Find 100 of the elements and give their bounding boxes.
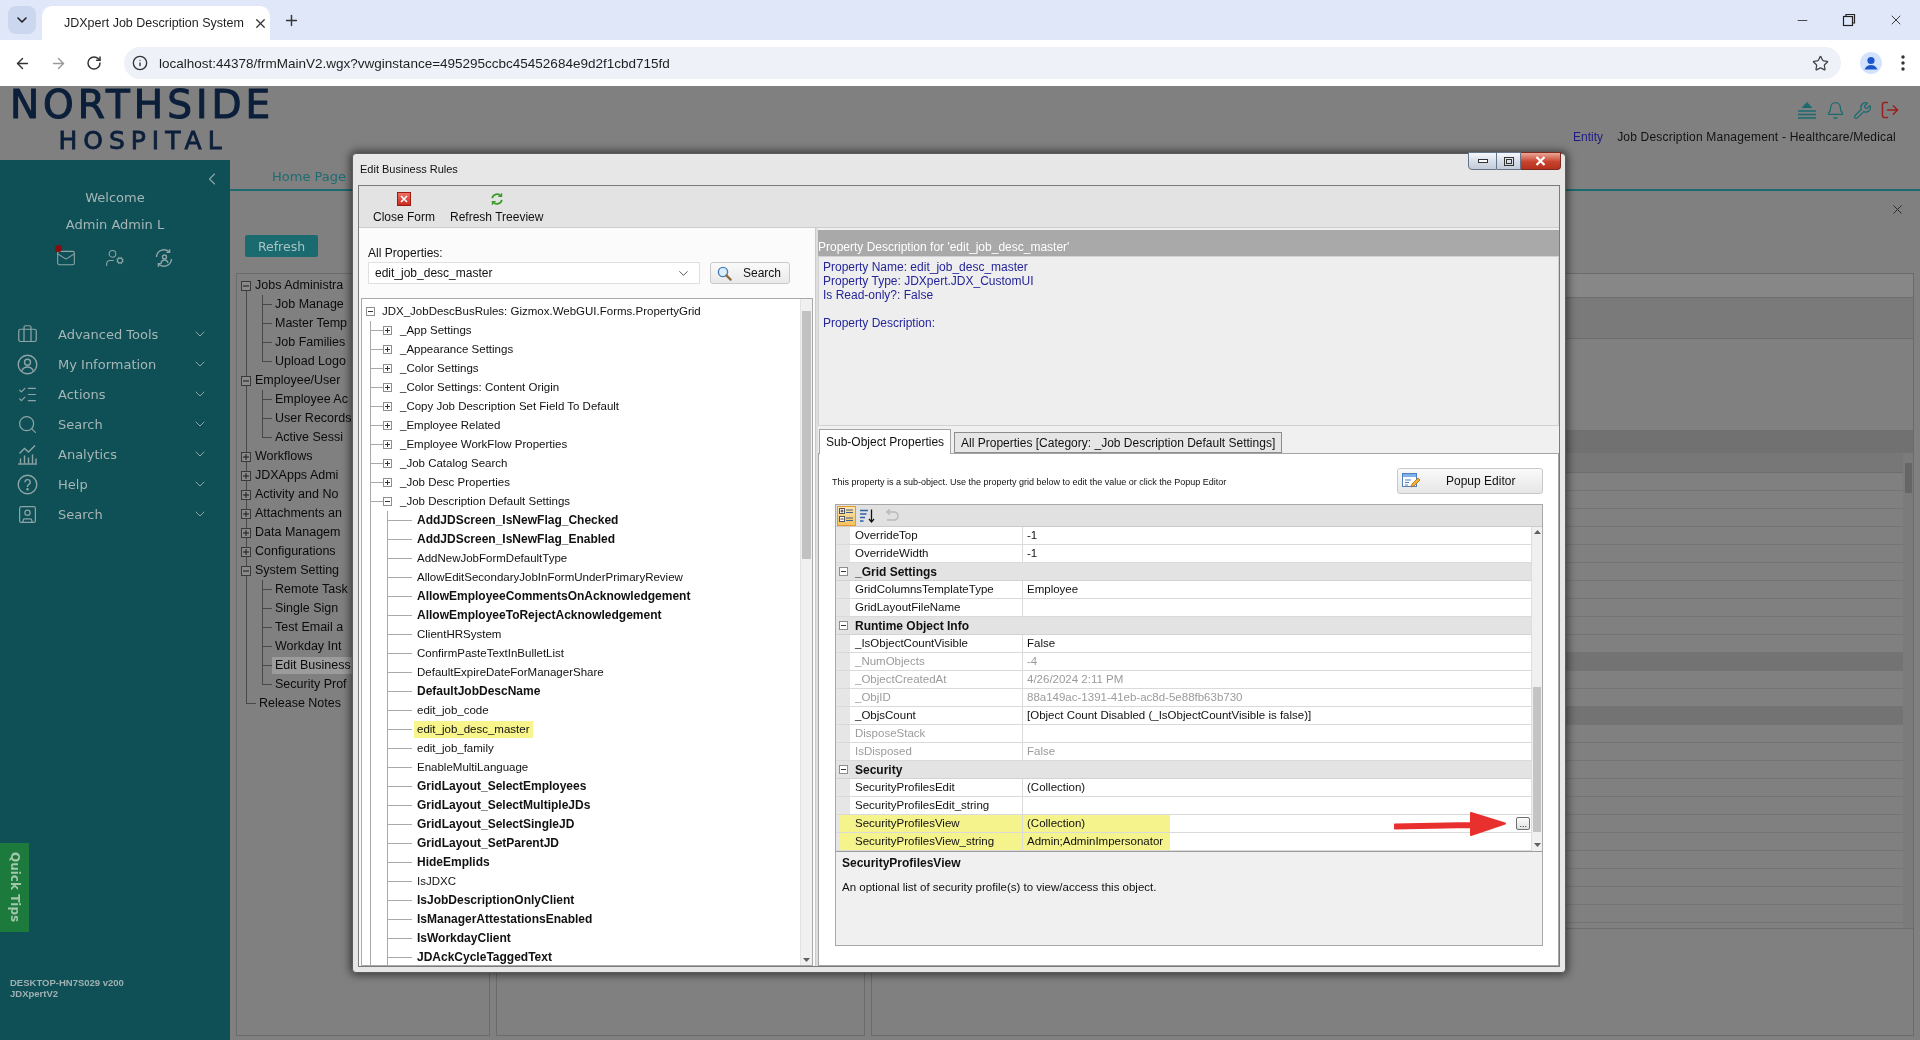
user-circle-icon[interactable] xyxy=(17,353,38,375)
tree-item[interactable]: Job Manage xyxy=(272,296,347,313)
minus-box-icon[interactable] xyxy=(383,497,392,506)
sidebar-menu-item[interactable]: Analytics xyxy=(0,439,230,469)
plus-box-icon[interactable] xyxy=(383,364,392,373)
tree-item[interactable]: GridLayout_SelectEmployees xyxy=(414,778,590,795)
tree-item[interactable]: Activity and No xyxy=(252,486,342,503)
plus-box-icon[interactable] xyxy=(383,421,392,430)
tree-item[interactable]: JDAckCycleTaggedText xyxy=(414,949,555,965)
tree-item[interactable]: AllowEditSecondaryJobInFormUnderPrimaryReview xyxy=(414,569,686,586)
tree-item[interactable]: edit_job_family xyxy=(414,740,497,757)
tree-item[interactable]: Employee/User xyxy=(252,372,344,389)
tree-item[interactable]: Configurations xyxy=(252,543,339,560)
popup-editor-button[interactable]: Popup Editor xyxy=(1397,468,1543,494)
tree-item[interactable]: JDXApps Admi xyxy=(252,467,342,484)
scroll-down-icon[interactable] xyxy=(803,958,810,962)
search-button[interactable]: Search xyxy=(710,262,790,284)
property-value[interactable]: Admin;AdminImpersonator xyxy=(1023,833,1531,851)
tree-item[interactable]: EnableMultiLanguage xyxy=(414,759,532,776)
toolbar-button[interactable]: Close Form xyxy=(373,192,435,224)
scrollbar-thumb[interactable] xyxy=(802,311,811,559)
minus-box-icon[interactable] xyxy=(839,621,848,630)
tree-item[interactable]: JDX_JobDescBusRules: Gizmox.WebGUI.Forms.PropertyGrid xyxy=(379,303,704,320)
sidebar-menu-item[interactable]: Search xyxy=(0,499,230,529)
tab[interactable]: All Properties [Category: _Job Description Default Settings] xyxy=(954,432,1283,453)
tree-item[interactable]: AllowEmployeeCommentsOnAcknowledgement xyxy=(414,588,694,605)
plus-box-icon[interactable] xyxy=(383,459,392,468)
minus-box-icon[interactable] xyxy=(366,307,375,316)
plus-box-icon[interactable] xyxy=(383,478,392,487)
reload-icon[interactable] xyxy=(86,55,102,71)
tree-item[interactable]: DefaultExpireDateForManagerShare xyxy=(414,664,607,681)
sidebar-menu-item[interactable]: Search xyxy=(0,409,230,439)
tree-item[interactable]: Workflows xyxy=(252,448,316,465)
chart-icon[interactable] xyxy=(17,443,38,465)
tree-item[interactable]: IsWorkdayClient xyxy=(414,930,514,947)
tree-item[interactable]: ClientHRSystem xyxy=(414,626,505,643)
tree-item[interactable]: ConfirmPasteTextInBulletList xyxy=(414,645,567,662)
restore-icon[interactable] xyxy=(1842,13,1856,27)
minimize-button[interactable] xyxy=(1468,152,1497,170)
tree-item[interactable]: GridLayout_SelectSingleJD xyxy=(414,816,578,833)
tree-item[interactable]: _Appearance Settings xyxy=(397,341,517,358)
user-gear-icon[interactable] xyxy=(105,248,125,268)
plus-box-icon[interactable] xyxy=(383,326,392,335)
categorized-button[interactable] xyxy=(837,505,856,526)
tree-item[interactable]: Security Prof xyxy=(272,676,350,693)
tree-item[interactable]: _Job Description Default Settings xyxy=(397,493,574,510)
tree-item[interactable]: Edit Business xyxy=(272,657,354,674)
tree-item[interactable]: Test Email a xyxy=(272,619,347,636)
minus-box-icon[interactable] xyxy=(839,765,848,774)
tree-item[interactable]: Release Notes xyxy=(256,695,344,712)
tree-item[interactable]: _Job Catalog Search xyxy=(397,455,511,472)
tree-item[interactable]: Remote Task xyxy=(272,581,351,598)
tree-item[interactable]: Workday Int xyxy=(272,638,345,655)
tree-item[interactable]: GridLayout_SelectMultipleJDs xyxy=(414,797,594,814)
scrollbar-thumb[interactable] xyxy=(1533,687,1541,832)
profile-avatar-icon[interactable] xyxy=(1860,52,1882,74)
tab[interactable]: Sub-Object Properties xyxy=(819,429,952,454)
tree-item[interactable]: _Employee WorkFlow Properties xyxy=(397,436,571,453)
tree-item[interactable]: DefaultJobDescName xyxy=(414,683,544,700)
sidebar-menu-item[interactable]: Help xyxy=(0,469,230,499)
sidebar-menu-item[interactable]: Actions xyxy=(0,379,230,409)
tree-item[interactable]: AddNewJobFormDefaultType xyxy=(414,550,571,567)
tree-item[interactable]: IsManagerAttestationsEnabled xyxy=(414,911,596,928)
plus-box-icon[interactable] xyxy=(383,345,392,354)
tree-item[interactable]: Upload Logo xyxy=(272,353,349,370)
plus-box-icon[interactable] xyxy=(383,383,392,392)
tree-item[interactable]: Employee Ac xyxy=(272,391,351,408)
tree-item[interactable]: GridLayout_SetParentJD xyxy=(414,835,563,852)
tree-item[interactable]: edit_job_code xyxy=(414,702,492,719)
tree-item[interactable]: _App Settings xyxy=(397,322,475,339)
tree-item[interactable]: Data Managem xyxy=(252,524,344,541)
tree-item[interactable]: AddJDScreen_IsNewFlag_Checked xyxy=(414,512,622,529)
help-icon[interactable] xyxy=(17,473,38,495)
ellipsis-button[interactable]: ... xyxy=(1516,817,1530,830)
tree-item[interactable]: Attachments an xyxy=(252,505,345,522)
tree-item[interactable]: User Records xyxy=(272,410,355,427)
tree-item[interactable]: AllowEmployeeToRejectAcknowledgement xyxy=(414,607,665,624)
tree-item[interactable]: IsJDXC xyxy=(414,873,459,890)
tree-item[interactable]: _Color Settings: Content Origin xyxy=(397,379,563,396)
tree-item[interactable]: AddJDScreen_IsNewFlag_Enabled xyxy=(414,531,619,548)
minus-box-icon[interactable] xyxy=(839,567,848,576)
tree-item[interactable]: _Color Settings xyxy=(397,360,482,377)
tree-item[interactable]: System Setting xyxy=(252,562,343,579)
toolbar-button[interactable]: Refresh Treeview xyxy=(450,192,544,224)
sidebar-menu-item[interactable]: My Information xyxy=(0,349,230,379)
mail-icon[interactable] xyxy=(56,248,76,268)
tree-item[interactable]: _Employee Related xyxy=(397,417,504,434)
tree-item[interactable]: Jobs Administra xyxy=(252,277,347,294)
property-value[interactable]: (Collection) ... xyxy=(1023,815,1531,833)
close-button[interactable] xyxy=(1521,152,1561,170)
tree-item[interactable]: Job Families xyxy=(272,334,349,351)
sidebar-menu-item[interactable]: Advanced Tools xyxy=(0,319,230,349)
address-bar[interactable]: localhost:44378/frmMainV2.wgx?vwginstance=495295ccbc45452684e9d2f1cbd715fd xyxy=(124,47,1841,79)
tree-item[interactable]: edit_job_desc_master xyxy=(414,721,533,738)
tree-item[interactable]: Master Temp xyxy=(272,315,350,332)
tree-item[interactable]: _Job Desc Properties xyxy=(397,474,513,491)
more-icon[interactable] xyxy=(1901,55,1905,71)
tab-list-button[interactable] xyxy=(8,6,36,34)
tree-item[interactable]: _Copy Job Description Set Field To Default xyxy=(397,398,623,415)
scroll-up-icon[interactable] xyxy=(1533,530,1541,534)
